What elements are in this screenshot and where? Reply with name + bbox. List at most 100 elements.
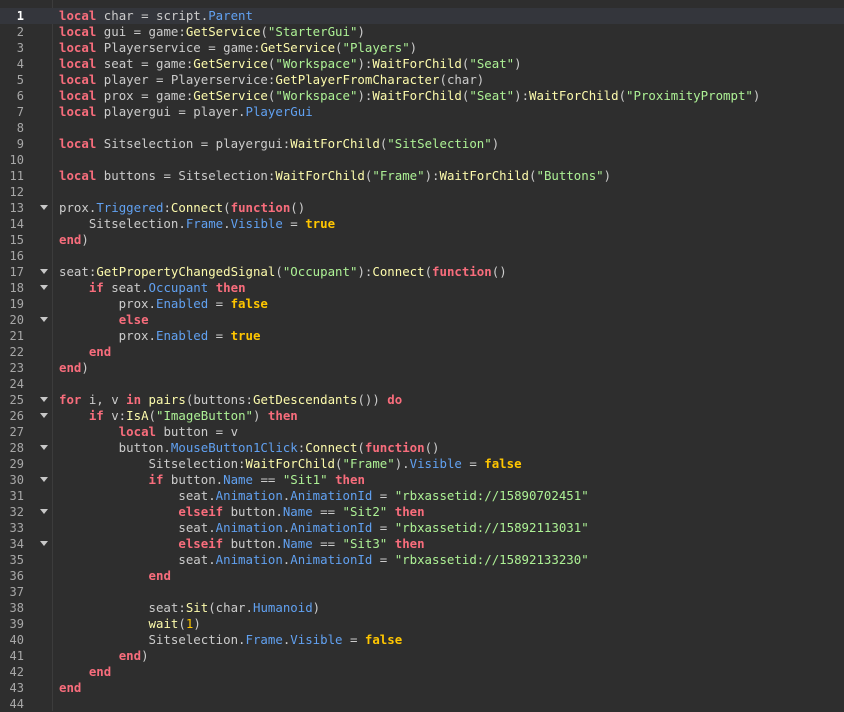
code-line[interactable]: 4 local seat = game:GetService("Workspace… [0,56,844,72]
code-line[interactable]: 26 if v:IsA("ImageButton") then [0,408,844,424]
code-text[interactable]: seat.Animation.AnimationId = "rbxassetid… [59,520,588,536]
code-text[interactable]: button.MouseButton1Click:Connect(functio… [59,440,440,456]
fold-arrow-icon[interactable] [40,317,48,322]
code-line[interactable]: 20 else [0,312,844,328]
code-token: player = Playerservice: [96,72,276,87]
code-token: ): [357,264,373,279]
code-text[interactable]: Sitselection.Frame.Visible = true [59,216,335,232]
code-editor[interactable]: 1 local char = script.Parent 2 local gui = … [0,0,844,711]
code-line[interactable]: 14 Sitselection.Frame.Visible = true [0,216,844,232]
code-line[interactable]: 21 prox.Enabled = true [0,328,844,344]
code-text[interactable]: local buttons = Sitselection:WaitForChil… [59,168,611,184]
code-text[interactable]: if seat.Occupant then [59,280,246,296]
code-line[interactable]: 25 for i, v in pairs(buttons:GetDescendan… [0,392,844,408]
code-text[interactable]: local Sitselection = playergui:WaitForCh… [59,136,499,152]
code-text[interactable]: local player = Playerservice:GetPlayerFr… [59,72,484,88]
fold-arrow-icon[interactable] [40,269,48,274]
code-text[interactable]: local char = script.Parent [59,8,253,24]
fold-arrow-icon[interactable] [40,413,48,418]
fold-arrow-icon[interactable] [40,397,48,402]
code-text[interactable]: Sitselection:WaitForChild("Frame").Visib… [59,456,522,472]
code-line[interactable]: 39 wait(1) [0,616,844,632]
code-line[interactable]: 32 elseif button.Name == "Sit2" then [0,504,844,520]
code-line[interactable]: 17 seat:GetPropertyChangedSignal("Occupan… [0,264,844,280]
code-line[interactable]: 15 end) [0,232,844,248]
code-line[interactable]: 24 [0,376,844,392]
code-text[interactable]: end [59,344,111,360]
code-text[interactable]: if button.Name == "Sit1" then [59,472,365,488]
code-line[interactable]: 2 local gui = game:GetService("StarterGui… [0,24,844,40]
code-line[interactable]: 1 local char = script.Parent [0,8,844,24]
code-line[interactable]: 27 local button = v [0,424,844,440]
fold-arrow-icon[interactable] [40,445,48,450]
code-line[interactable]: 18 if seat.Occupant then [0,280,844,296]
code-line[interactable]: 38 seat:Sit(char.Humanoid) [0,600,844,616]
code-text[interactable]: elseif button.Name == "Sit2" then [59,504,424,520]
code-line[interactable]: 37 [0,584,844,600]
fold-arrow-icon[interactable] [40,541,48,546]
code-line[interactable]: 29 Sitselection:WaitForChild("Frame").Vi… [0,456,844,472]
code-text[interactable]: wait(1) [59,616,201,632]
code-line[interactable]: 43 end [0,680,844,696]
code-line[interactable]: 33 seat.Animation.AnimationId = "rbxasse… [0,520,844,536]
code-line[interactable]: 11 local buttons = Sitselection:WaitForCh… [0,168,844,184]
code-line[interactable]: 12 [0,184,844,200]
code-text[interactable]: end [59,664,111,680]
code-text[interactable]: Sitselection.Frame.Visible = false [59,632,403,648]
code-line[interactable]: 30 if button.Name == "Sit1" then [0,472,844,488]
code-line[interactable]: 9 local Sitselection = playergui:WaitForC… [0,136,844,152]
code-text[interactable]: local gui = game:GetService("StarterGui"… [59,24,365,40]
code-text[interactable]: end) [59,232,89,248]
code-text[interactable]: seat.Animation.AnimationId = "rbxassetid… [59,488,588,504]
code-text[interactable]: end) [59,360,89,376]
fold-arrow-icon[interactable] [40,205,48,210]
code-text[interactable]: prox.Enabled = false [59,296,268,312]
fold-arrow-icon[interactable] [40,477,48,482]
code-text[interactable]: end) [59,648,149,664]
code-text[interactable]: seat.Animation.AnimationId = "rbxassetid… [59,552,588,568]
code-text[interactable]: elseif button.Name == "Sit3" then [59,536,424,552]
code-line[interactable]: 40 Sitselection.Frame.Visible = false [0,632,844,648]
code-token: if [88,408,104,423]
code-line[interactable]: 36 end [0,568,844,584]
code-token: "StarterGui" [267,24,358,39]
code-line[interactable]: 5 local player = Playerservice:GetPlayerF… [0,72,844,88]
code-line[interactable]: 42 end [0,664,844,680]
line-number: 10 [9,153,24,167]
code-line[interactable]: 16 [0,248,844,264]
code-text[interactable]: end [59,680,81,696]
fold-arrow-icon[interactable] [40,285,48,290]
code-line[interactable]: 34 elseif button.Name == "Sit3" then [0,536,844,552]
code-line[interactable]: 10 [0,152,844,168]
line-number: 37 [9,585,24,599]
code-text[interactable]: if v:IsA("ImageButton") then [59,408,298,424]
code-text[interactable]: local button = v [59,424,238,440]
code-text[interactable]: local playergui = player.PlayerGui [59,104,313,120]
code-text[interactable]: else [59,312,149,328]
code-text[interactable]: for i, v in pairs(buttons:GetDescendants… [59,392,402,408]
code-line[interactable]: 8 [0,120,844,136]
code-text[interactable]: local Playerservice = game:GetService("P… [59,40,417,56]
code-text[interactable]: local prox = game:GetService ("Workspace"… [59,88,760,104]
code-text[interactable]: local seat = game:GetService("Workspace"… [59,56,522,72]
code-line[interactable]: 19 prox.Enabled = false [0,296,844,312]
code-text[interactable]: prox.Enabled = true [59,328,261,344]
code-line[interactable]: 41 end) [0,648,844,664]
code-line[interactable]: 22 end [0,344,844,360]
code-line[interactable]: 44 [0,696,844,712]
fold-arrow-icon[interactable] [40,509,48,514]
code-text[interactable]: end [59,568,171,584]
code-text[interactable]: seat:Sit(char.Humanoid) [59,600,321,616]
code-line[interactable]: 35 seat.Animation.AnimationId = "rbxasse… [0,552,844,568]
code-line[interactable]: 3 local Playerservice = game:GetService("… [0,40,844,56]
code-line[interactable]: 13 prox.Triggered:Connect(function() [0,200,844,216]
code-line[interactable]: 31 seat.Animation.AnimationId = "rbxasse… [0,488,844,504]
code-line[interactable]: 7 local playergui = player.PlayerGui [0,104,844,120]
code-token: WaitForChild [439,168,530,183]
code-text[interactable]: prox.Triggered:Connect(function() [59,200,305,216]
code-line[interactable]: 28 button.MouseButton1Click:Connect(func… [0,440,844,456]
code-text[interactable]: seat:GetPropertyChangedSignal("Occupant"… [59,264,507,280]
code-line[interactable]: 23 end) [0,360,844,376]
code-line[interactable]: 6 local prox = game:GetService ("Workspace… [0,88,844,104]
